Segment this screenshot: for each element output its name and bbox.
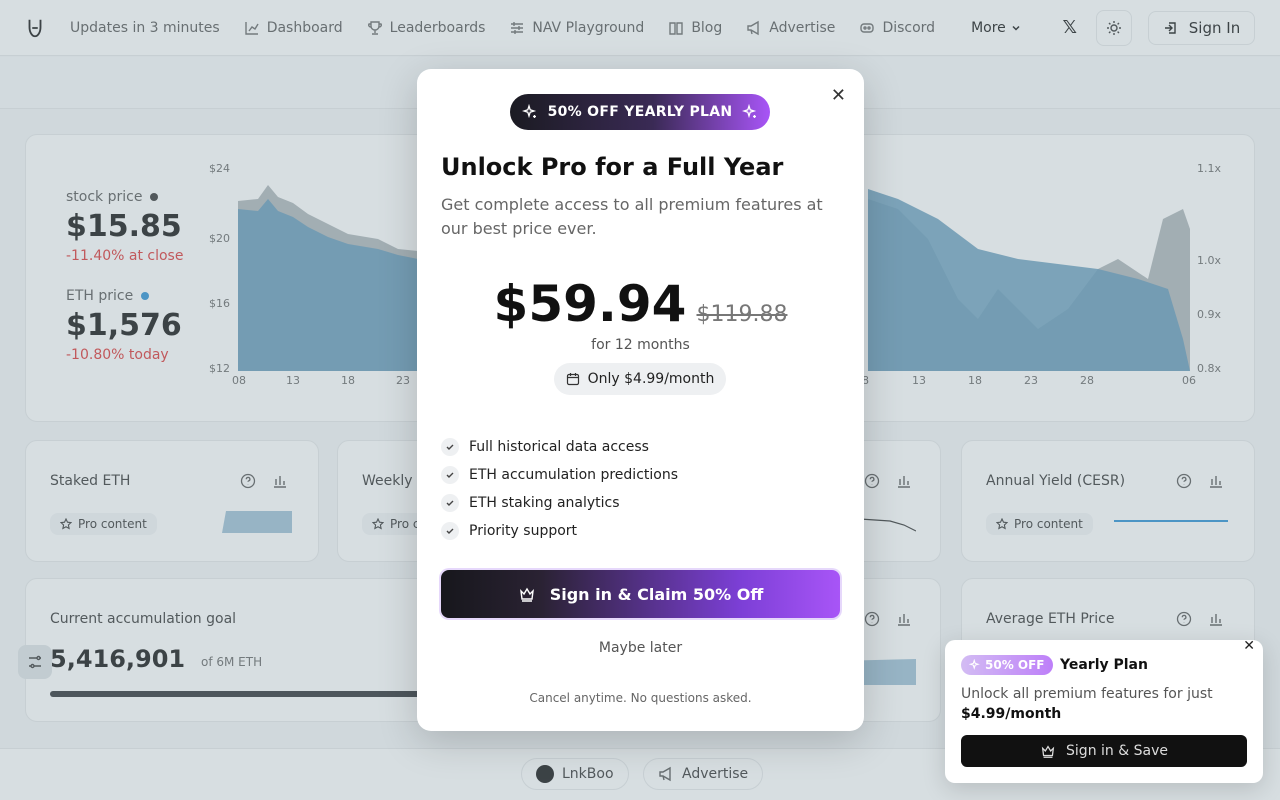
monthly-price-chip: Only $4.99/month bbox=[554, 363, 726, 395]
toast-title: Yearly Plan bbox=[1060, 657, 1148, 673]
price-period: for 12 months bbox=[591, 337, 690, 353]
check-icon bbox=[441, 466, 459, 484]
discount-badge: 50% OFF YEARLY PLAN bbox=[510, 94, 770, 130]
toast-description: Unlock all premium features for just $4.9… bbox=[961, 686, 1213, 722]
claim-discount-button[interactable]: Sign in & Claim 50% Off bbox=[441, 570, 840, 618]
original-price: $119.88 bbox=[696, 302, 788, 327]
toast-discount-badge: 50% OFF bbox=[961, 655, 1053, 675]
feature-item: Priority support bbox=[441, 517, 678, 545]
sign-in-save-button[interactable]: Sign in & Save bbox=[961, 735, 1247, 767]
cancel-note: Cancel anytime. No questions asked. bbox=[529, 691, 752, 705]
feature-list: Full historical data access ETH accumula… bbox=[441, 433, 678, 545]
check-icon bbox=[441, 522, 459, 540]
check-icon bbox=[441, 494, 459, 512]
feature-item: ETH staking analytics bbox=[441, 489, 678, 517]
yearly-plan-toast: ✕ 50% OFF Yearly Plan Unlock all premium… bbox=[945, 638, 1263, 783]
feature-item: Full historical data access bbox=[441, 433, 678, 461]
calendar-icon bbox=[566, 373, 579, 386]
sparkles-icon bbox=[521, 104, 536, 119]
price-row: $59.94 $119.88 bbox=[417, 275, 864, 333]
check-icon bbox=[441, 438, 459, 456]
close-icon[interactable]: ✕ bbox=[831, 85, 846, 106]
feature-item: ETH accumulation predictions bbox=[441, 461, 678, 489]
close-icon[interactable]: ✕ bbox=[1243, 638, 1255, 654]
crown-icon bbox=[519, 587, 534, 602]
sparkles-icon bbox=[969, 659, 980, 670]
maybe-later-link[interactable]: Maybe later bbox=[417, 640, 864, 656]
upgrade-modal: ✕ 50% OFF YEARLY PLAN Unlock Pro for a F… bbox=[417, 69, 864, 731]
modal-subtitle: Get complete access to all premium featu… bbox=[441, 195, 823, 238]
toast-price: $4.99/month bbox=[961, 706, 1062, 722]
sale-price: $59.94 bbox=[493, 275, 687, 333]
modal-title: Unlock Pro for a Full Year bbox=[441, 153, 784, 181]
crown-icon bbox=[1041, 745, 1055, 758]
sparkles-icon bbox=[742, 104, 757, 119]
